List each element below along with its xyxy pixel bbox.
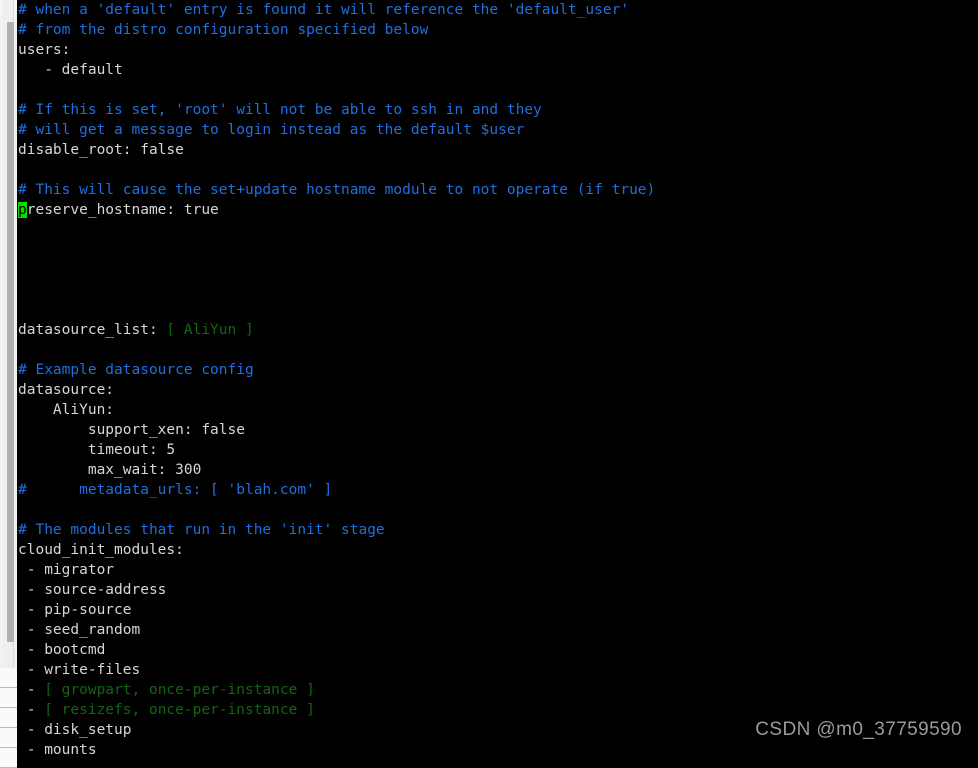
code-token-plain: - seed_random [18, 622, 141, 638]
code-line[interactable]: datasource_list: [ AliYun ] [18, 320, 655, 340]
code-line[interactable]: # will get a message to login instead as… [18, 120, 655, 140]
code-line[interactable]: # This will cause the set+update hostnam… [18, 180, 655, 200]
code-line[interactable]: support_xen: false [18, 420, 655, 440]
gutter-row [0, 688, 17, 708]
code-token-comment: # The modules that run in the 'init' sta… [18, 522, 385, 538]
code-line[interactable]: # Example datasource config [18, 360, 655, 380]
code-token-plain: cloud_init_modules: [18, 542, 184, 558]
gutter-row [0, 728, 17, 748]
code-token-plain: - pip-source [18, 602, 132, 618]
gutter-row [0, 668, 17, 688]
code-line[interactable] [18, 300, 655, 320]
code-token-string: [ AliYun ] [166, 322, 254, 338]
code-token-plain: datasource_list: [18, 322, 167, 338]
code-line[interactable] [18, 160, 655, 180]
terminal-window: # when a 'default' entry is found it wil… [0, 0, 978, 768]
code-token-plain: AliYun: [18, 402, 115, 418]
code-line[interactable]: # The modules that run in the 'init' sta… [18, 520, 655, 540]
code-line[interactable]: # metadata_urls: [ 'blah.com' ] [18, 480, 655, 500]
code-token-comment: # when a 'default' entry is found it wil… [18, 2, 630, 18]
editor-code-block[interactable]: # when a 'default' entry is found it wil… [18, 0, 655, 757]
code-token-plain: - [18, 682, 45, 698]
vertical-scrollbar-thumb[interactable] [7, 22, 14, 642]
code-token-plain: disable_root: false [18, 142, 184, 158]
code-token-plain: - [18, 702, 45, 718]
code-line[interactable]: - default [18, 60, 655, 80]
code-token-plain: - mounts [18, 742, 97, 757]
code-token-plain: - source-address [18, 582, 167, 598]
code-line[interactable]: # when a 'default' entry is found it wil… [18, 0, 655, 20]
vertical-scrollbar-track[interactable] [3, 0, 14, 668]
code-token-comment: # metadata_urls: [ 'blah.com' ] [18, 482, 333, 498]
code-token-comment: # Example datasource config [18, 362, 254, 378]
code-token-comment: # This will cause the set+update hostnam… [18, 182, 656, 198]
code-line[interactable]: - [ resizefs, once-per-instance ] [18, 700, 655, 720]
gutter-row-list [0, 668, 17, 768]
code-line[interactable]: disable_root: false [18, 140, 655, 160]
code-token-plain: timeout: 5 [18, 442, 176, 458]
code-line[interactable]: max_wait: 300 [18, 460, 655, 480]
code-line[interactable]: datasource: [18, 380, 655, 400]
code-line[interactable]: - write-files [18, 660, 655, 680]
code-token-string: [ growpart, once-per-instance ] [44, 682, 315, 698]
csdn-watermark: CSDN @m0_37759590 [755, 719, 962, 740]
code-token-plain: datasource: [18, 382, 115, 398]
code-token-string: [ resizefs, once-per-instance ] [44, 702, 315, 718]
code-line[interactable]: - [ growpart, once-per-instance ] [18, 680, 655, 700]
code-token-plain: users: [18, 42, 71, 58]
code-token-plain: - write-files [18, 662, 141, 678]
code-line[interactable]: - migrator [18, 560, 655, 580]
code-token-plain: - default [18, 62, 123, 78]
code-line[interactable] [18, 340, 655, 360]
code-line[interactable] [18, 220, 655, 240]
text-cursor: p [18, 202, 27, 218]
code-line[interactable] [18, 80, 655, 100]
code-token-plain: support_xen: false [18, 422, 245, 438]
code-line[interactable]: - mounts [18, 740, 655, 757]
terminal-text-area[interactable]: # when a 'default' entry is found it wil… [17, 0, 978, 757]
code-token-plain: - disk_setup [18, 722, 132, 738]
code-line[interactable] [18, 260, 655, 280]
code-line[interactable]: - bootcmd [18, 640, 655, 660]
code-line[interactable]: # If this is set, 'root' will not be abl… [18, 100, 655, 120]
code-line[interactable] [18, 240, 655, 260]
code-line[interactable]: - source-address [18, 580, 655, 600]
code-line[interactable]: # from the distro configuration specifie… [18, 20, 655, 40]
code-token-comment: # will get a message to login instead as… [18, 122, 525, 138]
code-line[interactable]: - pip-source [18, 600, 655, 620]
gutter-row [0, 708, 17, 728]
code-line[interactable]: AliYun: [18, 400, 655, 420]
code-token-comment: # from the distro configuration specifie… [18, 22, 429, 38]
code-line[interactable]: users: [18, 40, 655, 60]
code-line[interactable] [18, 500, 655, 520]
code-token-plain: - bootcmd [18, 642, 106, 658]
code-token-plain: max_wait: 300 [18, 462, 202, 478]
code-line[interactable]: - seed_random [18, 620, 655, 640]
left-gutter [0, 0, 17, 768]
code-line[interactable]: cloud_init_modules: [18, 540, 655, 560]
code-token-plain: reserve_hostname: true [26, 202, 219, 218]
code-line[interactable]: - disk_setup [18, 720, 655, 740]
code-line[interactable]: timeout: 5 [18, 440, 655, 460]
code-token-comment: # If this is set, 'root' will not be abl… [18, 102, 542, 118]
gutter-row [0, 748, 17, 768]
code-line[interactable]: preserve_hostname: true [18, 200, 655, 220]
code-line[interactable] [18, 280, 655, 300]
code-token-plain: - migrator [18, 562, 115, 578]
